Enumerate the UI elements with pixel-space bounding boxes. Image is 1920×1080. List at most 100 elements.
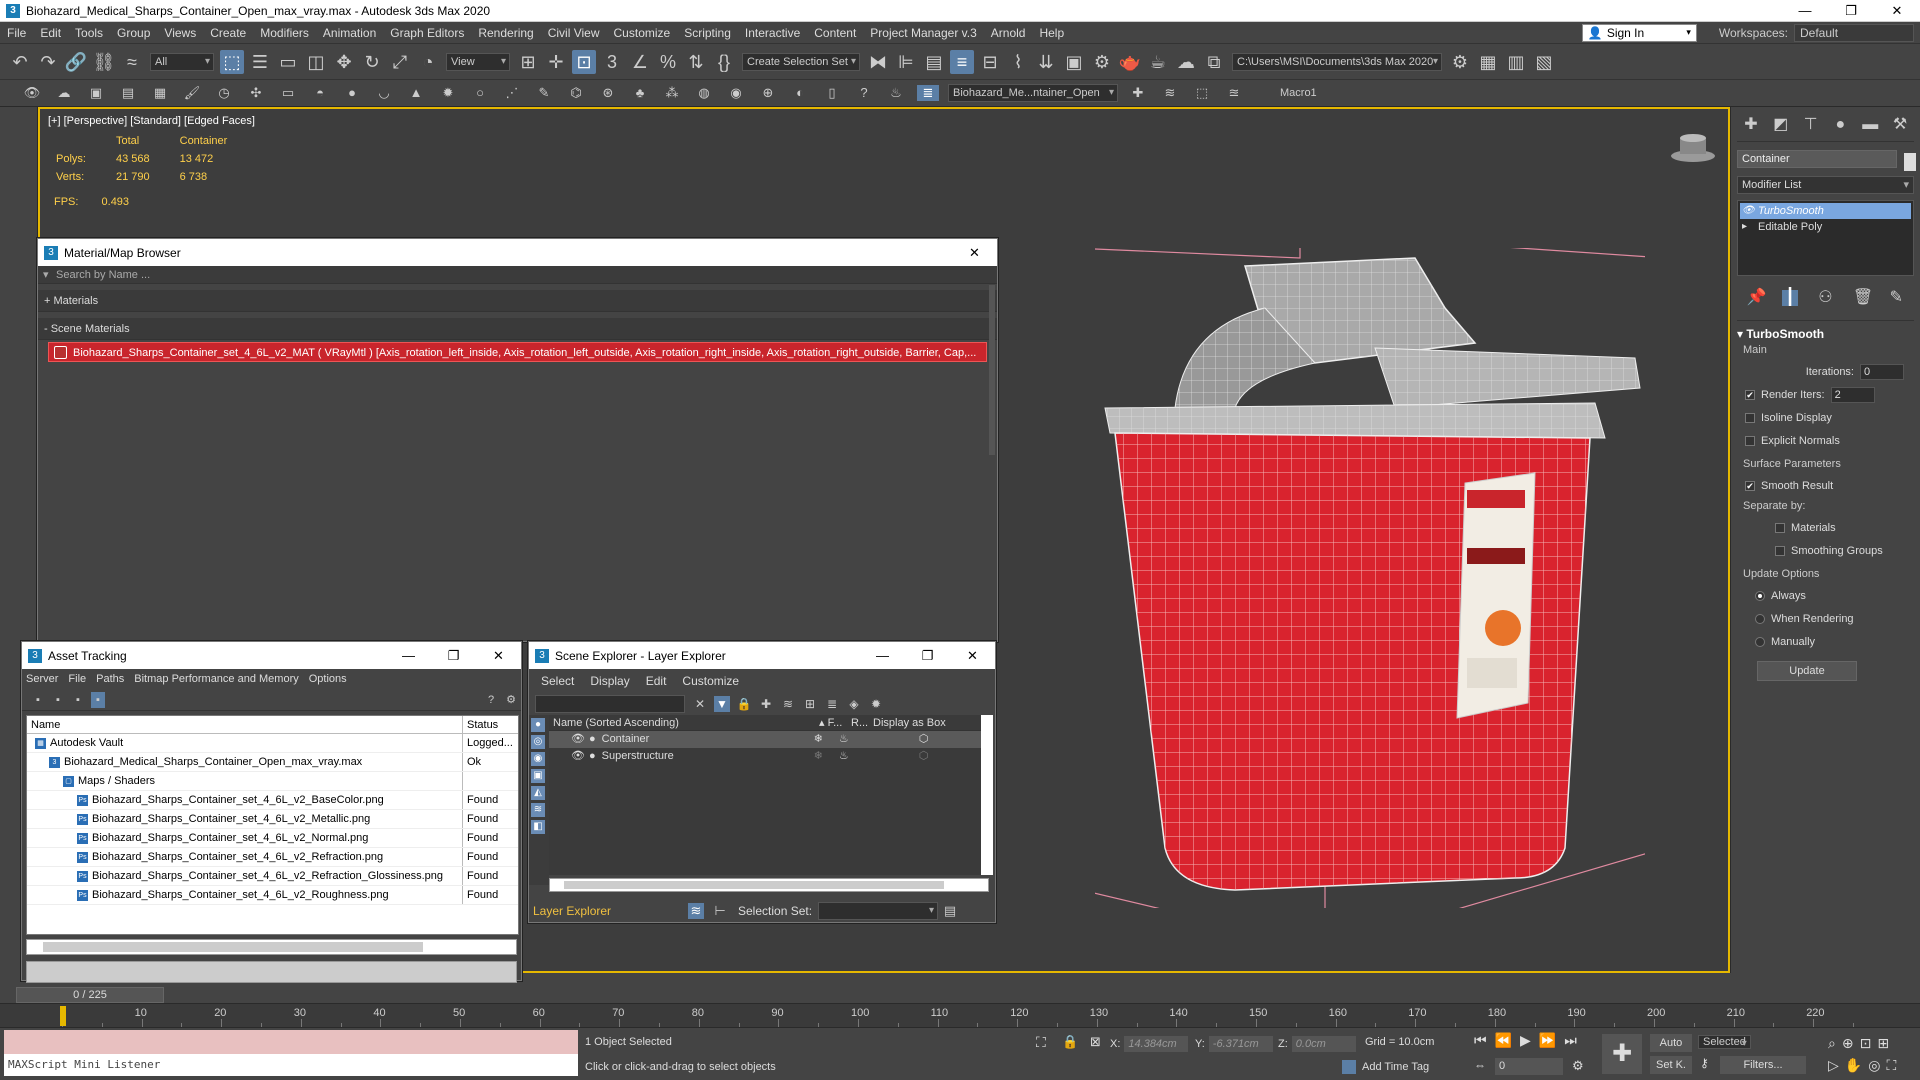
- eye-icon[interactable]: 👁: [1742, 203, 1755, 219]
- mmb-search-input[interactable]: Search by Name ...: [38, 266, 997, 284]
- current-frame-marker[interactable]: [60, 1006, 66, 1026]
- key-filter-dropdown[interactable]: Selected: [1698, 1035, 1751, 1049]
- set-key-big-icon[interactable]: ✚: [1602, 1034, 1642, 1074]
- asset-close-button[interactable]: ✕: [476, 648, 521, 664]
- scene-close-button[interactable]: ✕: [950, 648, 995, 664]
- redo-icon[interactable]: ↷: [36, 50, 60, 74]
- viewport-label[interactable]: [+] [Perspective] [Standard] [Edged Face…: [48, 115, 255, 127]
- asset-row[interactable]: 3 Biohazard_Medical_Sharps_Container_Open…: [27, 753, 518, 772]
- scene-vscrollbar[interactable]: [981, 715, 993, 875]
- render-in-cloud-icon[interactable]: ☁: [1174, 50, 1198, 74]
- scene-menu-edit[interactable]: Edit: [646, 674, 667, 688]
- menu-tools[interactable]: Tools: [68, 22, 110, 44]
- layer-manager-icon[interactable]: ≊: [1223, 85, 1245, 101]
- bowl-icon[interactable]: ◡: [373, 85, 395, 101]
- light-sphere-icon[interactable]: ○: [469, 85, 491, 101]
- box-icon[interactable]: ⬡: [919, 748, 929, 765]
- sphere-icon[interactable]: ●: [341, 85, 363, 101]
- selection-set-icon[interactable]: ▤: [942, 903, 958, 919]
- hierarchy-icon[interactable]: ⊢: [712, 903, 728, 919]
- percent-snap-icon[interactable]: %: [656, 50, 680, 74]
- configure-sets-icon[interactable]: ✎: [1888, 290, 1904, 306]
- mmb-close-button[interactable]: ✕: [952, 245, 997, 261]
- select-layer-icon[interactable]: ⬚: [1191, 85, 1213, 101]
- selection-set-dropdown[interactable]: Create Selection Set: [742, 52, 860, 71]
- grid-icon[interactable]: ▦: [149, 85, 171, 101]
- project-path-dropdown[interactable]: C:\Users\MSI\Documents\3ds Max 2020: [1232, 52, 1442, 71]
- align-icon[interactable]: ⊫: [894, 50, 918, 74]
- previous-frame-icon[interactable]: ⏪: [1495, 1032, 1520, 1048]
- display-groups-icon[interactable]: ◧: [531, 820, 545, 834]
- sun-icon[interactable]: ✹: [437, 85, 459, 101]
- display-shapes-icon[interactable]: ◎: [531, 735, 545, 749]
- menu-edit[interactable]: Edit: [33, 22, 68, 44]
- pan-icon[interactable]: ✋: [1845, 1057, 1868, 1073]
- make-unique-icon[interactable]: ⚇: [1817, 290, 1833, 306]
- isolate-icon[interactable]: ⛶: [1036, 1034, 1046, 1051]
- max-toggle-icon[interactable]: ⛶: [1886, 1057, 1902, 1073]
- eye-icon[interactable]: 👁: [571, 748, 585, 765]
- angle-snap-icon[interactable]: ∠: [628, 50, 652, 74]
- zoom-icon[interactable]: ⌕: [1828, 1035, 1842, 1051]
- plant-icon[interactable]: ♣: [629, 85, 651, 101]
- add-layer-icon[interactable]: ✚: [1127, 85, 1149, 101]
- explorer-dropdown[interactable]: Layer Explorer: [529, 904, 684, 918]
- add-to-layer-icon[interactable]: ⊞: [802, 696, 818, 712]
- menu-content[interactable]: Content: [807, 22, 863, 44]
- smooth-result-checkbox[interactable]: ✔: [1745, 480, 1755, 491]
- mesh-icon[interactable]: ⊛: [597, 85, 619, 101]
- sharps-container-model[interactable]: [1095, 248, 1645, 908]
- nodes-icon[interactable]: ✣: [245, 85, 267, 101]
- menu-project-manager[interactable]: Project Manager v.3: [863, 22, 984, 44]
- select-by-name-icon[interactable]: ☰: [248, 50, 272, 74]
- key-mode-icon[interactable]: ⇔: [1474, 1058, 1486, 1072]
- update-button[interactable]: Update: [1757, 661, 1857, 681]
- sun-icon[interactable]: ✹: [868, 696, 884, 712]
- layer-row-superstructure[interactable]: 👁 ● Superstructure ❄ ♨ ⬡: [549, 748, 989, 765]
- scene-menu-display[interactable]: Display: [590, 674, 629, 688]
- cloud-icon[interactable]: ☁: [53, 85, 75, 101]
- scroll-thumb[interactable]: [564, 881, 944, 889]
- menu-group[interactable]: Group: [110, 22, 157, 44]
- menu-arnold[interactable]: Arnold: [984, 22, 1033, 44]
- curve-editor-icon[interactable]: ⊟: [978, 50, 1002, 74]
- render-icon[interactable]: 🫖: [1118, 50, 1142, 74]
- render-teapot-icon[interactable]: ♨: [839, 731, 849, 748]
- add-time-tag[interactable]: Add Time Tag: [1342, 1060, 1429, 1074]
- asset-path-field[interactable]: [26, 961, 517, 983]
- pin-stack-icon[interactable]: 📌: [1747, 290, 1767, 306]
- maxscript-listener-input[interactable]: MAXScript Mini Listener: [4, 1054, 578, 1076]
- asset-menu-file[interactable]: File: [68, 673, 86, 685]
- link-icon[interactable]: 🔗: [64, 50, 88, 74]
- track-bar[interactable]: 10 20 30 40 50 60 70 80 90 100 110 120 130 140 150 160 1…: [0, 1003, 1920, 1027]
- scene-filter-input[interactable]: [535, 695, 685, 713]
- highlight-icon[interactable]: ◈: [846, 696, 862, 712]
- help-icon[interactable]: ?: [484, 692, 498, 708]
- col-name-sorted[interactable]: Name (Sorted Ascending): [549, 715, 819, 730]
- utilities-tab-icon[interactable]: ⚒: [1892, 117, 1908, 133]
- edit-named-sets-icon[interactable]: {}: [712, 50, 736, 74]
- mmb-titlebar[interactable]: 3 Material/Map Browser ✕: [38, 239, 997, 266]
- asset-menu-bitmap[interactable]: Bitmap Performance and Memory: [134, 673, 298, 685]
- project-save-icon[interactable]: ▧: [1532, 50, 1556, 74]
- selection-lock-icon[interactable]: 🔒: [1062, 1034, 1078, 1050]
- layer-dropdown[interactable]: Biohazard_Me...ntainer_Open: [948, 84, 1118, 102]
- eye-icon[interactable]: 👁: [571, 731, 585, 748]
- col-status[interactable]: Status: [463, 716, 498, 733]
- proxy-icon[interactable]: ⌬: [565, 85, 587, 101]
- scene-titlebar[interactable]: 3 Scene Explorer - Layer Explorer — ❐ ✕: [529, 642, 995, 669]
- asset-row[interactable]: ▢ Maps / Shaders: [27, 772, 518, 791]
- eye-icon[interactable]: 👁: [21, 85, 43, 101]
- layers-icon[interactable]: ≋: [780, 696, 796, 712]
- render-teapot-icon[interactable]: ♨: [839, 748, 849, 765]
- asset-row[interactable]: Ps Biohazard_Sharps_Container_set_4_6L_v2…: [27, 791, 518, 810]
- display-tab-icon[interactable]: ▬: [1862, 117, 1878, 133]
- zoom-extents-icon[interactable]: ⊡: [1860, 1035, 1878, 1051]
- asset-menu-options[interactable]: Options: [309, 673, 347, 685]
- asset-row[interactable]: ▦ Autodesk Vault Logged...: [27, 734, 518, 753]
- x-field[interactable]: 14.384cm: [1124, 1036, 1189, 1052]
- fov-icon[interactable]: ▷: [1828, 1057, 1845, 1073]
- plane-icon[interactable]: ▭: [277, 85, 299, 101]
- rect-selection-icon[interactable]: ▭: [276, 50, 300, 74]
- unlink-icon[interactable]: ⛓: [92, 50, 116, 74]
